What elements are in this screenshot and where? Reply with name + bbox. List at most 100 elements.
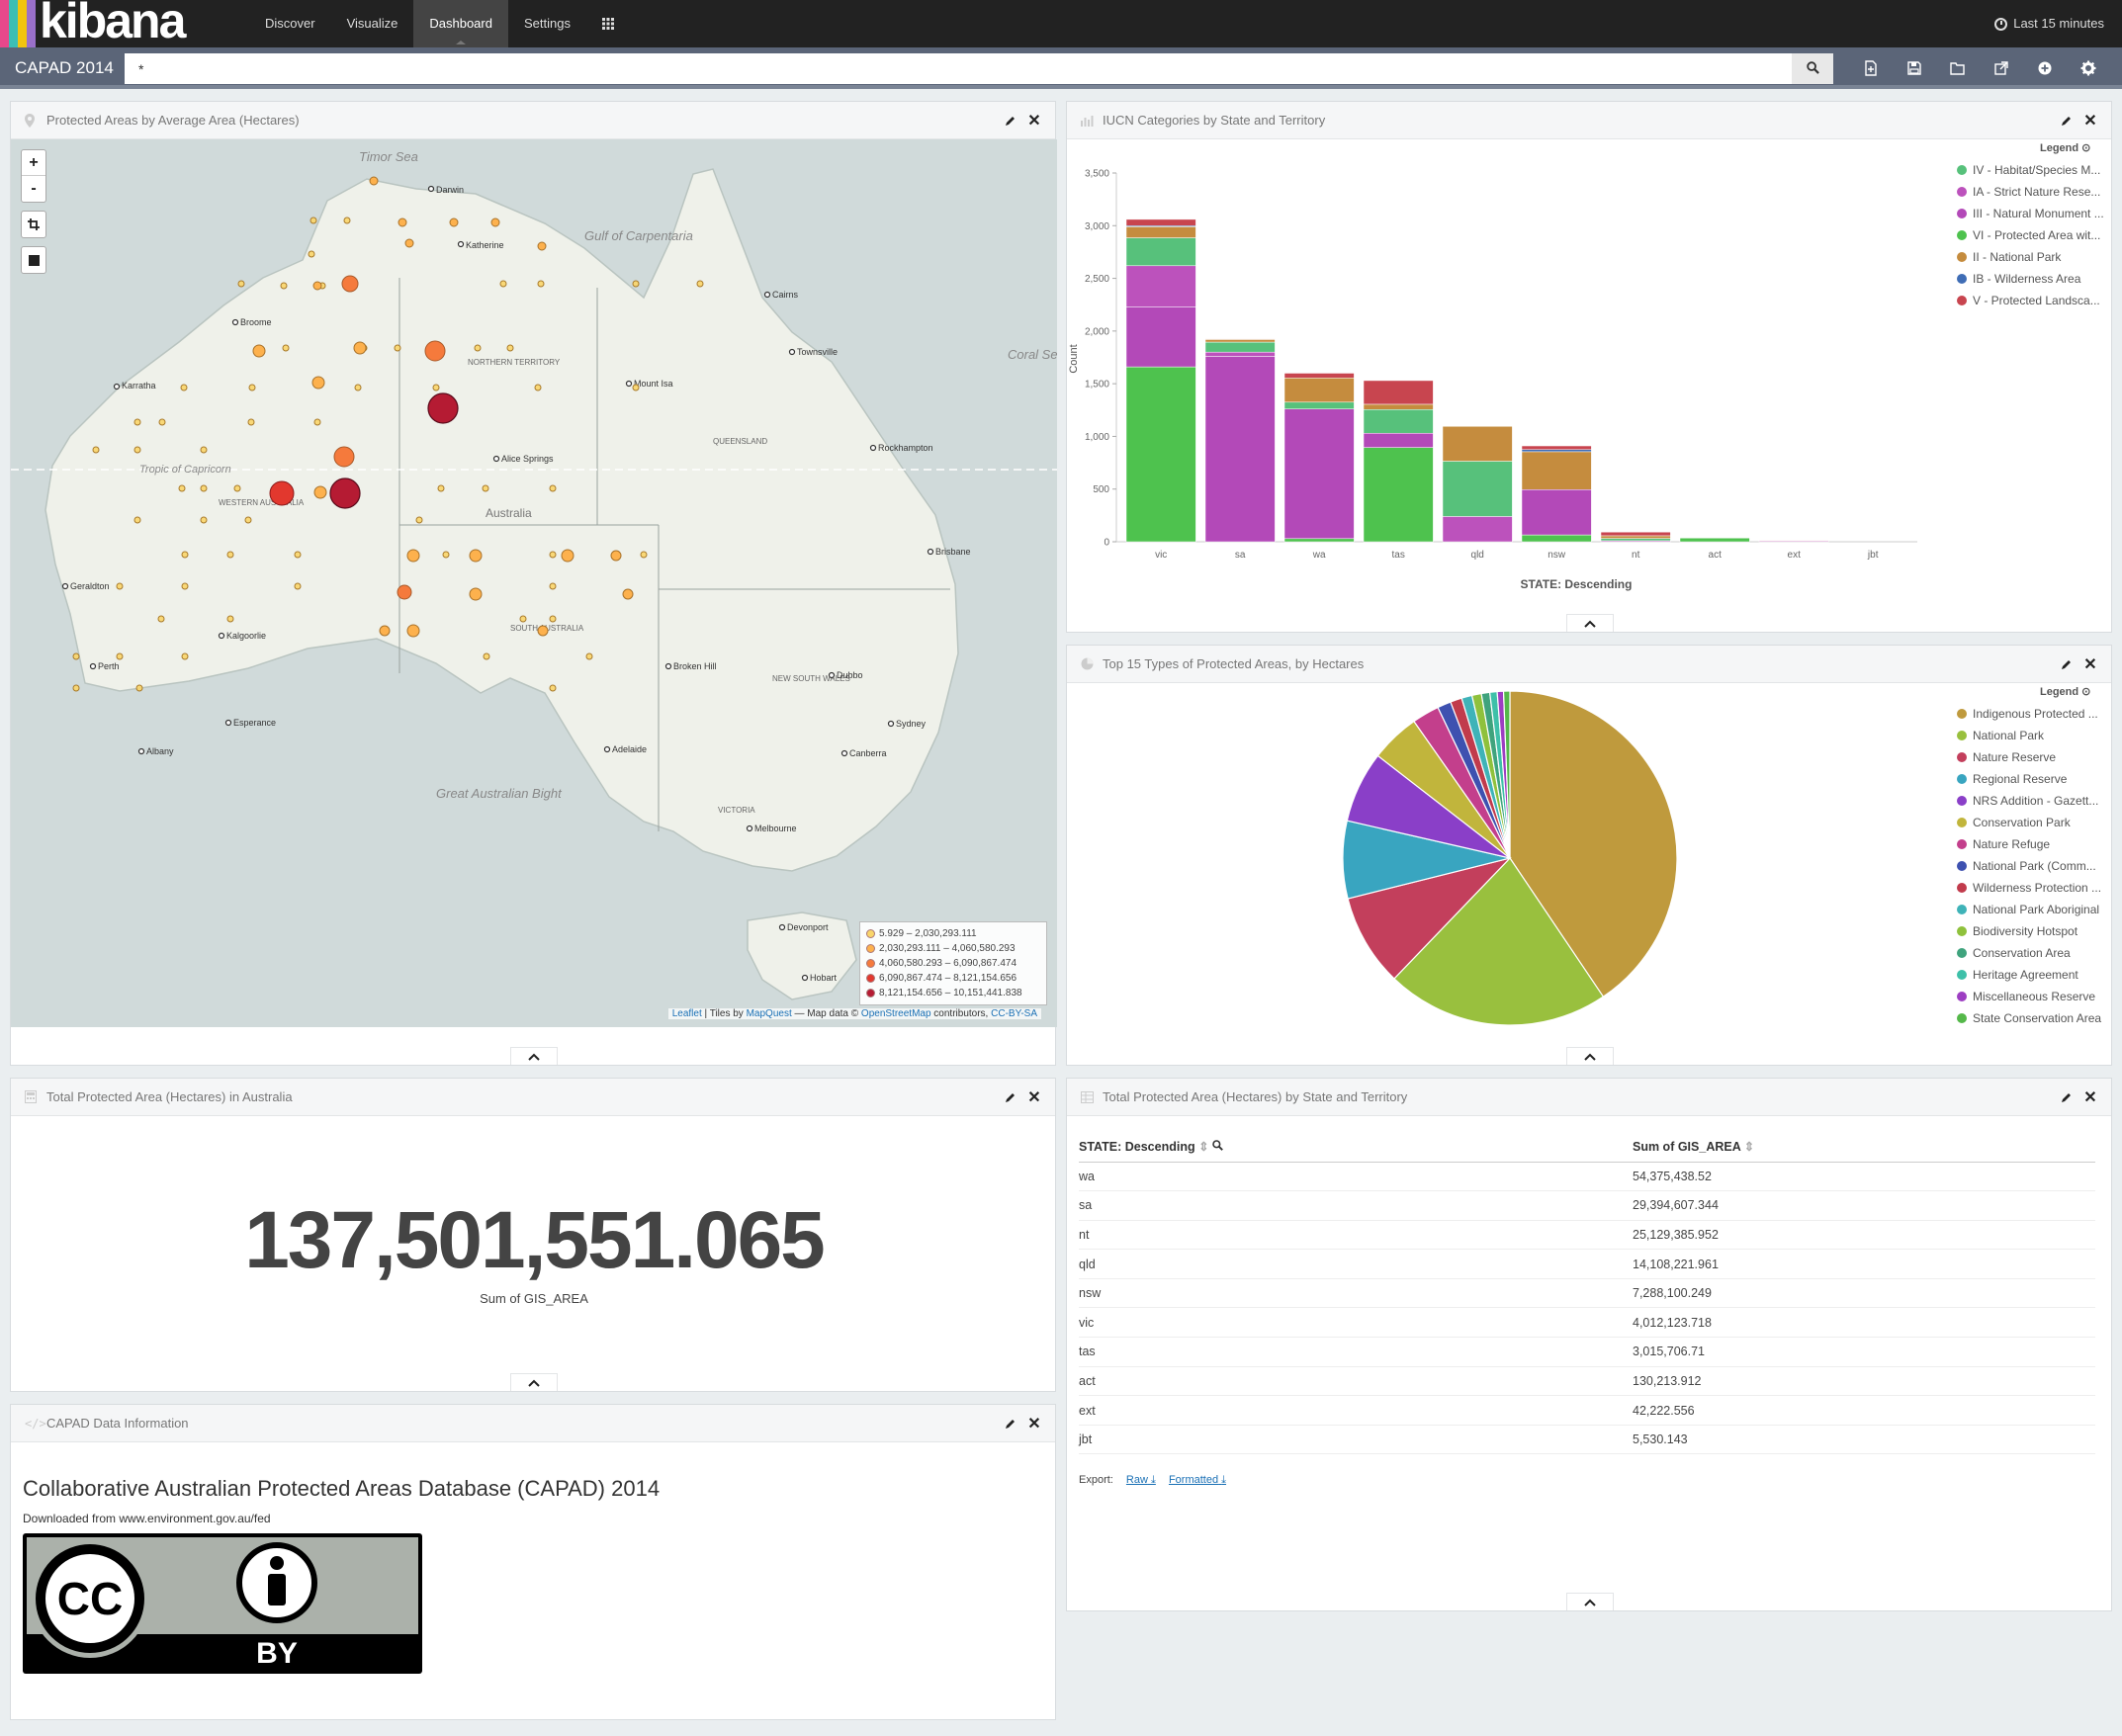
draw-rectangle-control[interactable]	[21, 246, 46, 274]
cell-state[interactable]: act	[1079, 1366, 1633, 1397]
legend-item[interactable]: Indigenous Protected ...	[1957, 703, 2111, 725]
close-icon[interactable]: ✕	[1027, 1416, 1041, 1432]
bar-segment[interactable]	[1442, 426, 1513, 462]
legend-item[interactable]: Conservation Park	[1957, 812, 2111, 833]
legend-toggle[interactable]: Legend ⊙	[2040, 685, 2090, 698]
add-visualization-icon[interactable]	[2023, 47, 2067, 89]
bar-segment[interactable]	[1363, 409, 1434, 434]
bar-segment[interactable]	[1283, 378, 1355, 403]
zoom-out-button[interactable]: -	[22, 176, 45, 202]
legend-item[interactable]: Nature Refuge	[1957, 833, 2111, 855]
cell-state[interactable]: jbt	[1079, 1425, 1633, 1455]
close-icon[interactable]: ✕	[2083, 113, 2097, 130]
collapse-toggle[interactable]	[1566, 614, 1614, 632]
license-link[interactable]: CC-BY-SA	[991, 1008, 1037, 1019]
legend-item[interactable]: State Conservation Area	[1957, 1007, 2111, 1029]
panel-header[interactable]: Total Protected Area (Hectares) in Austr…	[11, 1079, 1055, 1116]
close-icon[interactable]: ✕	[1027, 113, 1041, 130]
nav-discover[interactable]: Discover	[249, 0, 331, 47]
bar-segment[interactable]	[1204, 338, 1276, 340]
close-icon[interactable]: ✕	[2083, 1089, 2097, 1106]
cell-state[interactable]: tas	[1079, 1337, 1633, 1367]
bar-segment[interactable]	[1521, 449, 1592, 453]
edit-pencil-icon[interactable]	[2060, 1090, 2074, 1104]
bar-segment[interactable]	[1521, 451, 1592, 490]
share-icon[interactable]	[1980, 47, 2023, 89]
fit-bounds-control[interactable]	[21, 211, 46, 238]
bar-segment[interactable]	[1521, 488, 1592, 536]
legend-item[interactable]: IA - Strict Nature Rese...	[1957, 181, 2107, 203]
bar-segment[interactable]	[1283, 373, 1355, 379]
legend-toggle[interactable]: Legend ⊙	[2040, 141, 2090, 154]
column-header-sum[interactable]: Sum of GIS_AREA ⇕	[1633, 1132, 2095, 1163]
time-picker[interactable]: Last 15 minutes	[1994, 0, 2104, 47]
bar-segment[interactable]	[1442, 516, 1513, 543]
legend-item[interactable]: Biodiversity Hotspot	[1957, 920, 2111, 942]
crop-icon[interactable]	[22, 212, 45, 237]
export-formatted-link[interactable]: Formatted ⤓	[1169, 1474, 1226, 1486]
collapse-toggle[interactable]	[510, 1047, 558, 1065]
bar-segment[interactable]	[1125, 226, 1196, 238]
bar-segment[interactable]	[1363, 403, 1434, 410]
zoom-in-button[interactable]: +	[22, 150, 45, 176]
bar-segment[interactable]	[1363, 380, 1434, 405]
bar-segment[interactable]	[1521, 445, 1592, 450]
rectangle-icon[interactable]	[22, 247, 45, 273]
sort-icon[interactable]: ⇕	[1744, 1140, 1754, 1154]
bar-segment[interactable]	[1125, 218, 1196, 226]
bar-segment[interactable]	[1125, 265, 1196, 307]
legend-item[interactable]: IV - Habitat/Species M...	[1957, 159, 2107, 181]
nav-settings[interactable]: Settings	[508, 0, 586, 47]
legend-item[interactable]: Conservation Area	[1957, 942, 2111, 964]
close-icon[interactable]: ✕	[1027, 1089, 1041, 1106]
legend-item[interactable]: III - Natural Monument ...	[1957, 203, 2107, 224]
save-icon[interactable]	[1893, 47, 1936, 89]
bar-segment[interactable]	[1283, 401, 1355, 409]
bar-segment[interactable]	[1363, 447, 1434, 543]
cell-state[interactable]: vic	[1079, 1307, 1633, 1339]
kibana-logo[interactable]: kibana	[0, 0, 233, 47]
close-icon[interactable]: ✕	[2083, 656, 2097, 673]
legend-item[interactable]: Heritage Agreement	[1957, 964, 2111, 986]
bar-segment[interactable]	[1758, 540, 1829, 542]
legend-item[interactable]: National Park (Comm...	[1957, 855, 2111, 877]
legend-item[interactable]: Nature Reserve	[1957, 746, 2111, 768]
search-icon[interactable]	[1212, 1140, 1223, 1152]
cell-state[interactable]: nt	[1079, 1220, 1633, 1251]
panel-header[interactable]: </> CAPAD Data Information ✕	[11, 1405, 1055, 1442]
legend-item[interactable]: National Park Aboriginal	[1957, 899, 2111, 920]
legend-item[interactable]: VI - Protected Area wit...	[1957, 224, 2107, 246]
cell-state[interactable]: sa	[1079, 1190, 1633, 1221]
query-input[interactable]	[125, 53, 1792, 84]
bar-segment[interactable]	[1204, 356, 1276, 543]
open-icon[interactable]	[1936, 47, 1980, 89]
bar-segment[interactable]	[1679, 537, 1750, 539]
bar-segment[interactable]	[1600, 535, 1671, 539]
bar-segment[interactable]	[1125, 306, 1196, 368]
search-button[interactable]	[1792, 53, 1833, 84]
edit-pencil-icon[interactable]	[1004, 114, 1017, 128]
apps-grid-icon[interactable]	[586, 0, 630, 47]
panel-header[interactable]: Protected Areas by Average Area (Hectare…	[11, 102, 1055, 139]
export-raw-link[interactable]: Raw ⤓	[1126, 1474, 1156, 1486]
panel-header[interactable]: IUCN Categories by State and Territory ✕	[1067, 102, 2111, 139]
legend-item[interactable]: Miscellaneous Reserve	[1957, 986, 2111, 1007]
legend-item[interactable]: National Park	[1957, 725, 2111, 746]
panel-header[interactable]: Total Protected Area (Hectares) by State…	[1067, 1079, 2111, 1116]
bar-segment[interactable]	[1204, 351, 1276, 357]
nav-dashboard[interactable]: Dashboard	[413, 0, 508, 47]
edit-pencil-icon[interactable]	[2060, 114, 2074, 128]
map-canvas[interactable]: Timor Sea Gulf of Carpentaria Coral Sea …	[11, 139, 1057, 1027]
cell-state[interactable]: qld	[1079, 1249, 1633, 1279]
bar-segment[interactable]	[1442, 461, 1513, 517]
edit-pencil-icon[interactable]	[1004, 1417, 1017, 1431]
bar-segment[interactable]	[1204, 341, 1276, 353]
cell-state[interactable]: wa	[1079, 1162, 1633, 1192]
panel-header[interactable]: Top 15 Types of Protected Areas, by Hect…	[1067, 646, 2111, 683]
options-gear-icon[interactable]	[2067, 47, 2110, 89]
edit-pencil-icon[interactable]	[1004, 1090, 1017, 1104]
bar-segment[interactable]	[1125, 366, 1196, 543]
sort-icon[interactable]: ⇕	[1198, 1140, 1208, 1154]
cell-state[interactable]: ext	[1079, 1395, 1633, 1426]
legend-item[interactable]: II - National Park	[1957, 246, 2107, 268]
